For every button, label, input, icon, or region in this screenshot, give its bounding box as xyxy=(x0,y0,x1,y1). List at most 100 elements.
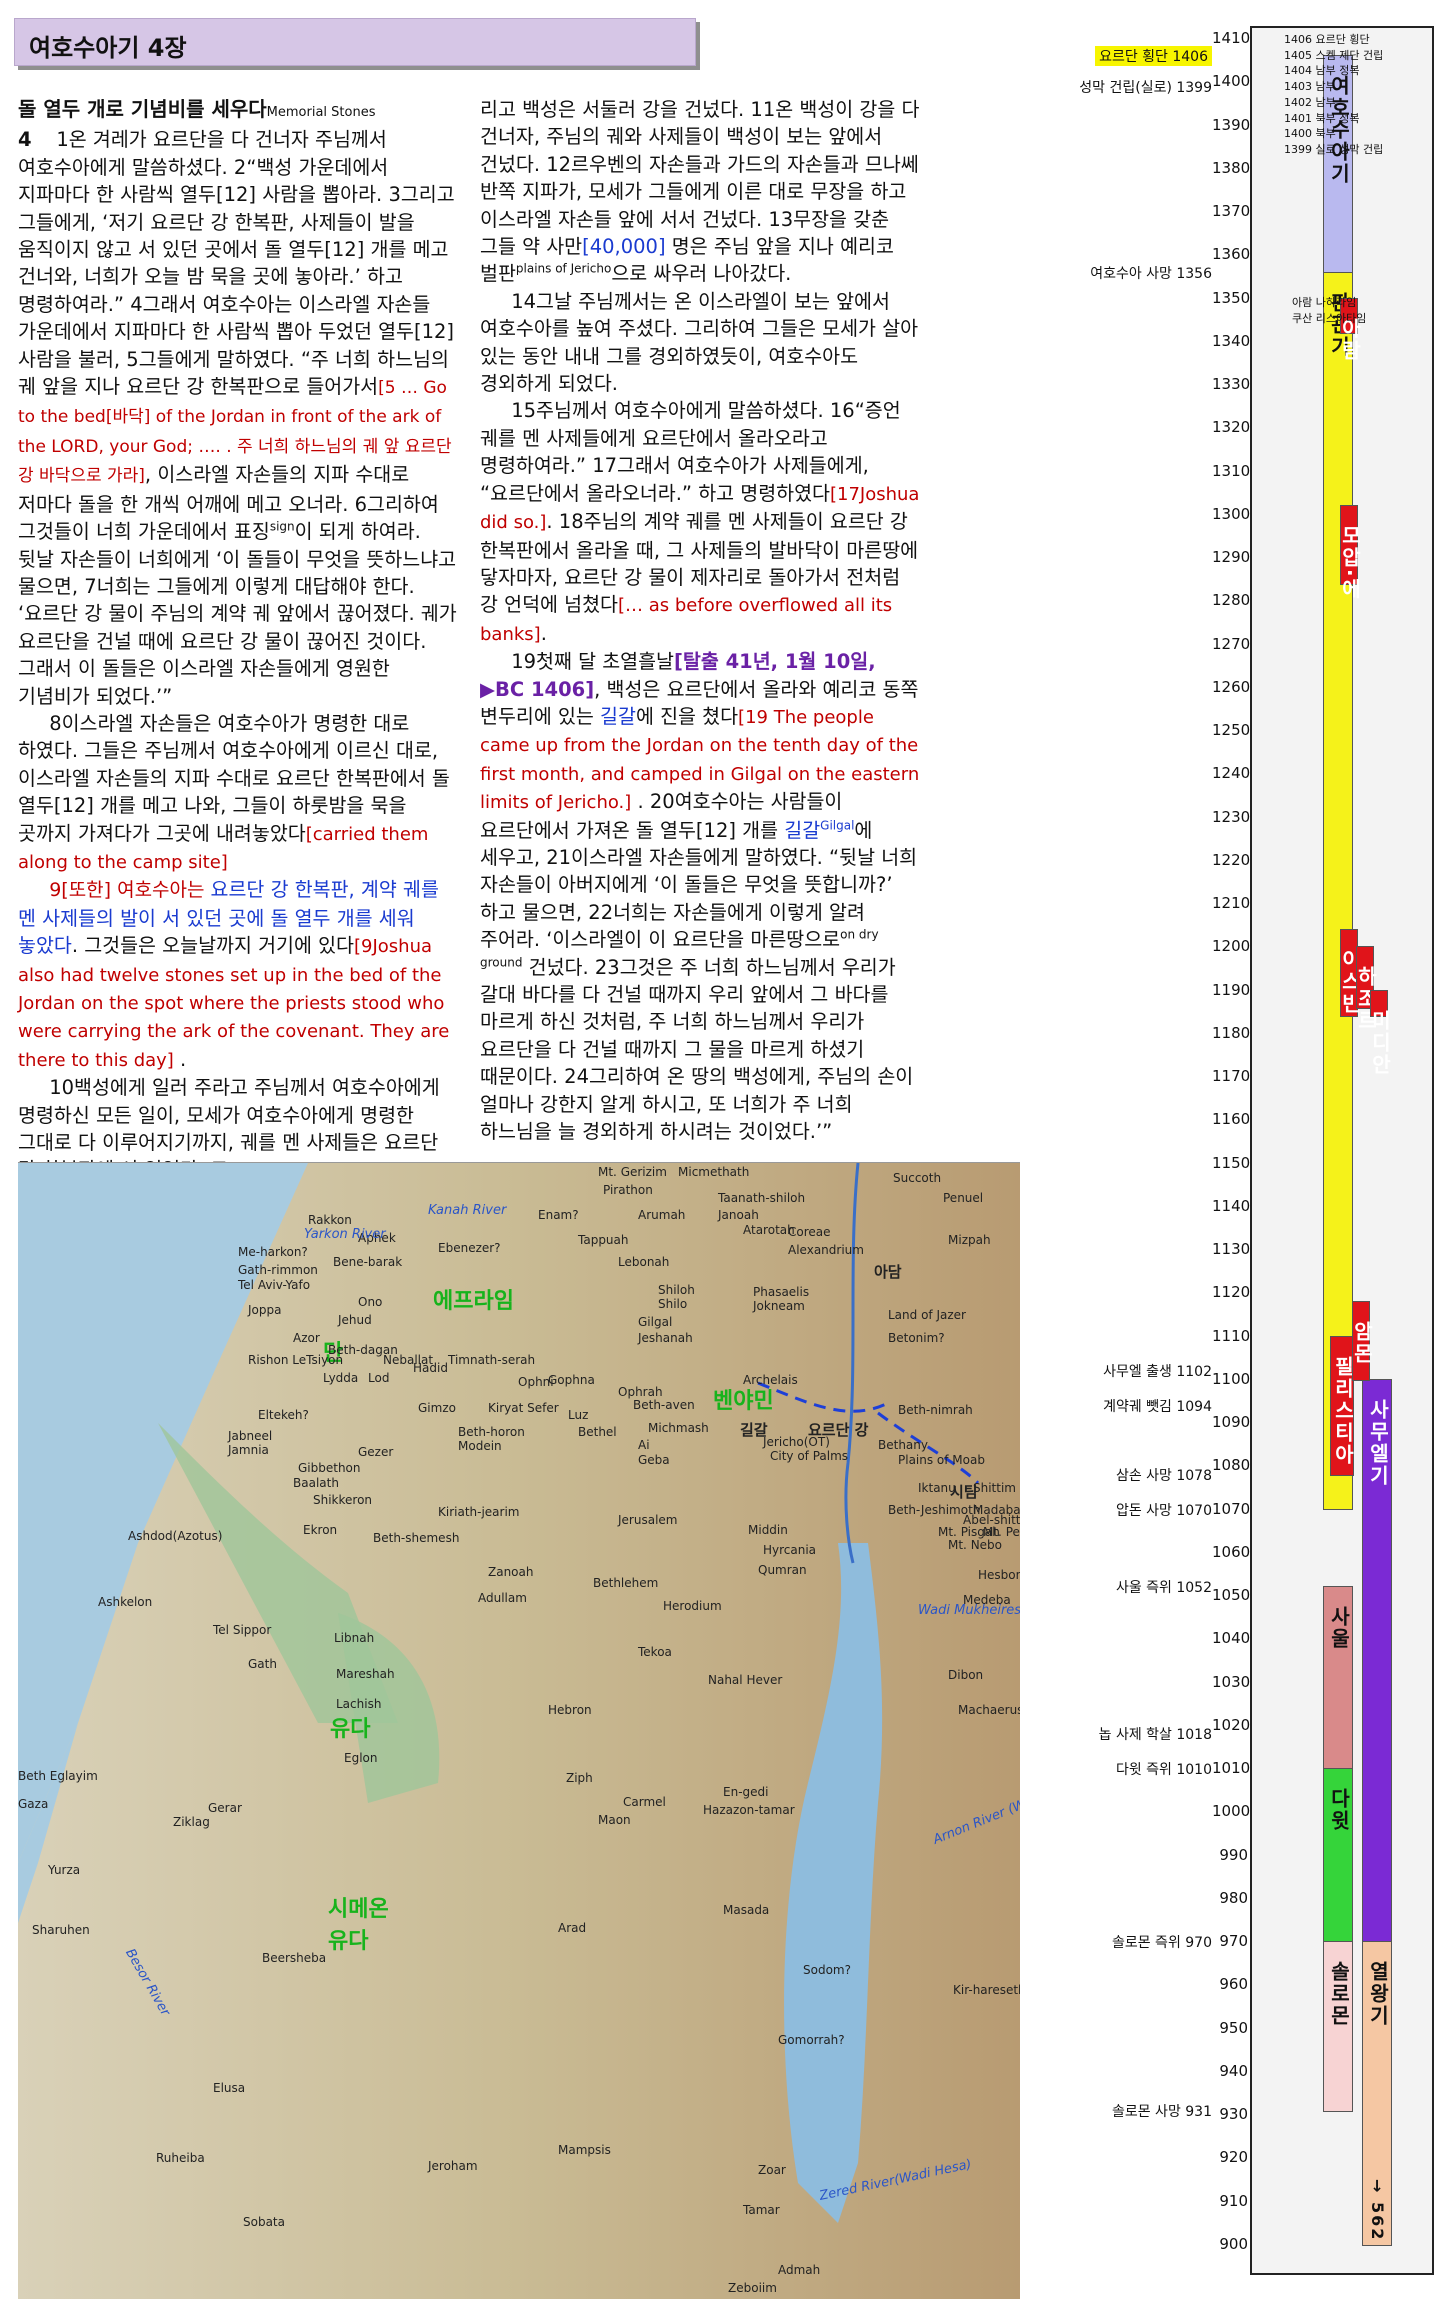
axis-tick-label: 1210 xyxy=(1212,894,1251,912)
map-river: Kanah River xyxy=(428,1203,507,1218)
axis-tick-label: 1060 xyxy=(1212,1542,1251,1561)
period-bar-label: 열왕기 xyxy=(1366,1961,1390,2027)
axis-tick-label: 950 xyxy=(1219,2018,1248,2037)
axis-tick-label: 1290 xyxy=(1212,548,1251,566)
axis-tick-label: 1070 xyxy=(1212,1499,1251,1518)
axis-tick-label: 1160 xyxy=(1212,1110,1251,1129)
map-place: Penuel xyxy=(943,1191,984,1205)
map-place: Shikkeron xyxy=(313,1493,373,1507)
enemy-bar-label: 미디안 xyxy=(1368,1009,1392,1076)
map-place: Jamnia xyxy=(228,1443,269,1457)
axis-tick-label: 1330 xyxy=(1212,375,1251,393)
map-place: Qumran xyxy=(758,1563,807,1577)
map-place: Yurza xyxy=(48,1863,81,1877)
axis-tick-label: 1170 xyxy=(1212,1067,1251,1085)
map-place: Luz xyxy=(568,1408,589,1422)
map-place: Azor xyxy=(293,1331,320,1345)
map-place: Me-harkon? xyxy=(238,1245,308,1259)
map-label-adam: 아담 xyxy=(874,1263,902,1281)
map-background xyxy=(18,1163,1020,2299)
map-place: Maon xyxy=(598,1813,631,1827)
timeline-event: 요르단 횡단 1406 xyxy=(1095,46,1212,67)
map-place: Pirathon xyxy=(603,1183,653,1197)
map-place: Gimzo xyxy=(418,1401,456,1415)
map-place: Adullam xyxy=(478,1591,527,1605)
map-place: Hadid xyxy=(413,1361,448,1375)
map-place: Betonim? xyxy=(888,1331,945,1345)
map-place: Arad xyxy=(558,1921,587,1935)
map-place: Michmash xyxy=(648,1421,709,1435)
axis-tick-label: 1300 xyxy=(1212,504,1251,523)
map-place: Janoah xyxy=(718,1208,759,1222)
map-place: Land of Jazer xyxy=(888,1308,966,1322)
king-bar-label: 솔로몬 xyxy=(1327,1961,1351,2027)
map-place: Gibbethon xyxy=(298,1461,361,1475)
map-place: Gezer xyxy=(358,1445,394,1459)
map-place: Sobata xyxy=(243,2215,285,2229)
axis-tick-label: 1200 xyxy=(1212,937,1251,956)
map-place: Kiryat Sefer xyxy=(488,1401,559,1415)
aram-note: 아람 나하라임 쿠산 리스아타임 xyxy=(1292,296,1367,325)
map-place: Ziph xyxy=(566,1771,593,1785)
enemy-bar-label: 모압·에 xyxy=(1338,525,1362,601)
map-place: Baalath xyxy=(293,1476,339,1490)
timeline-event: 압돈 사망 1070 xyxy=(1115,1502,1212,1519)
axis-tick-label: 1320 xyxy=(1212,418,1251,437)
map-region-simeon: 시메온 유다 xyxy=(328,1897,389,1954)
map-place: Beth Eglayim xyxy=(18,1769,98,1783)
map-place: Middin xyxy=(748,1523,788,1537)
camp-list: 1406 요르단 횡단 1405 스켐 제단 건립 1404 남부 정복 140… xyxy=(1284,32,1383,158)
axis-tick-label: 960 xyxy=(1219,1975,1248,1994)
map-place: Mt. Gerizim xyxy=(598,1165,667,1179)
map-place: Sodom? xyxy=(803,1963,851,1977)
map-place: Hebron xyxy=(548,1703,592,1717)
axis-tick-label: 990 xyxy=(1219,1845,1248,1864)
timeline-event: 솔로몬 즉위 970 xyxy=(1111,1935,1212,1951)
timeline-chart: 1410 1400 1390 1380 1370 1360 1350 1340 1330 1320… xyxy=(1040,18,1440,2298)
map-place: Jabneel xyxy=(228,1429,273,1443)
map-place: En-gedi xyxy=(723,1785,769,1799)
map-place: Gerar xyxy=(208,1801,242,1815)
axis-tick-label: 1220 xyxy=(1212,850,1251,869)
map-place: Joppa xyxy=(248,1303,282,1317)
map-place: Mt. Nebo xyxy=(948,1538,1003,1552)
axis-tick-label: 1050 xyxy=(1212,1586,1251,1604)
map-place: Eltekeh? xyxy=(258,1408,309,1422)
camp-list-item: 1399 실로 성막 건립 xyxy=(1284,142,1384,156)
section-heading: 돌 열두 개로 기념비를 세우다Memorial Stones xyxy=(18,97,376,121)
map-river: Wadi Mukheires xyxy=(918,1603,1020,1618)
axis-tick-label: 1010 xyxy=(1212,1759,1251,1777)
axis-tick-label: 920 xyxy=(1219,2148,1248,2167)
map-place: Iktanu xyxy=(918,1481,956,1495)
axis-tick-label: 1030 xyxy=(1212,1672,1251,1691)
map-place: Kiriath-jearim xyxy=(438,1505,520,1519)
map-place: Bethel xyxy=(578,1425,617,1439)
camp-list-item: 1402 남부 xyxy=(1284,95,1336,109)
map-place: Kir-hareseth xyxy=(953,1983,1020,1997)
map-place: Beth-aven xyxy=(633,1398,695,1412)
axis-tick-label: 1380 xyxy=(1212,158,1251,177)
map-place: Rakkon xyxy=(308,1213,352,1227)
timeline-event: 솔로몬 사망 931 xyxy=(1111,2103,1212,2120)
map-place: Hazazon-tamar xyxy=(703,1803,795,1817)
axis-tick-label: 900 xyxy=(1219,2234,1248,2253)
map-place: Jerusalem xyxy=(618,1513,678,1527)
map-place: Gilgal xyxy=(638,1315,673,1329)
map-region-benjamin: 벤야민 xyxy=(713,1389,774,1414)
axis-tick-label: 1230 xyxy=(1212,807,1251,826)
timeline-event: 사울 즉위 1052 xyxy=(1115,1580,1212,1597)
axis-tick-label: 1180 xyxy=(1212,1023,1251,1042)
axis-tick-label: 1360 xyxy=(1212,245,1251,264)
map-place: Tappuah xyxy=(578,1233,629,1247)
map-place: Phasaelis xyxy=(753,1285,810,1299)
map-river: Yarkon River xyxy=(304,1227,386,1242)
map-place: Alexandrium xyxy=(788,1243,864,1257)
map-place: Gaza xyxy=(18,1797,49,1811)
axis-tick-label: 930 xyxy=(1219,2105,1248,2123)
paragraph-2: 8이스라엘 자손들은 여호수아가 명령한 대로 하였다. 그들은 주님께서 여호… xyxy=(18,711,450,873)
axis-tick-label: 1400 xyxy=(1212,72,1251,91)
map-place: Nahal Hever xyxy=(708,1673,783,1687)
text-column-right: 리고 백성은 서둘러 강을 건넜다. 11온 백성이 강을 다 건너자, 주님의… xyxy=(480,96,920,1145)
map-place: Machaerus xyxy=(958,1703,1020,1717)
map-place: Jehud xyxy=(338,1313,372,1327)
